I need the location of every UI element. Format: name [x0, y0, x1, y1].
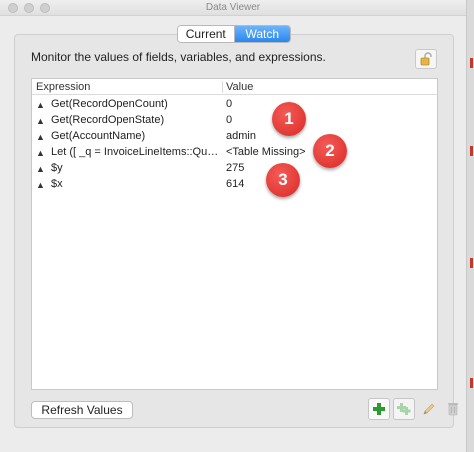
table-row[interactable]: ▲︎ $y 275: [32, 161, 437, 177]
callout-badge-3: 3: [266, 163, 300, 197]
plus-icon: [373, 403, 385, 415]
add-expression-button[interactable]: [368, 398, 390, 420]
pencil-icon: [423, 403, 435, 415]
table-row[interactable]: ▲︎ Get(AccountName) admin: [32, 129, 437, 145]
table-row[interactable]: ▲︎ Let ([ _q = InvoiceLineItems::Quantit…: [32, 145, 437, 161]
table-row[interactable]: ▲︎ Get(RecordOpenCount) 0: [32, 97, 437, 113]
padlock-icon: [420, 52, 432, 66]
duplicate-expression-button[interactable]: [393, 398, 415, 420]
edit-expression-button[interactable]: [418, 398, 440, 420]
row-expression: Let ([ _q = InvoiceLineItems::Quantity..…: [51, 146, 223, 158]
table-row[interactable]: ▲︎ Get(RecordOpenState) 0: [32, 113, 437, 129]
duplicate-plus-icon: [397, 403, 411, 415]
panel-description: Monitor the values of fields, variables,…: [31, 50, 326, 64]
callout-badge-1: 1: [272, 102, 306, 136]
table-header: Expression Value: [32, 79, 437, 95]
background-marker: [470, 378, 473, 388]
row-expression: Get(RecordOpenCount): [51, 98, 168, 110]
data-viewer-window: Data Viewer Current Watch Monitor the va…: [0, 0, 466, 452]
row-expression: Get(RecordOpenState): [51, 114, 165, 126]
background-marker: [470, 146, 473, 156]
row-expression: Get(AccountName): [51, 130, 146, 142]
watch-table: Expression Value ▲︎ Get(RecordOpenCount)…: [31, 78, 438, 390]
sort-arrows-icon[interactable]: ▲︎: [36, 146, 45, 160]
sort-arrows-icon[interactable]: ▲︎: [36, 98, 45, 112]
lock-button[interactable]: [415, 49, 437, 69]
window-title: Data Viewer: [205, 2, 261, 13]
row-expression: $x: [51, 178, 63, 190]
row-value: 0: [226, 114, 233, 126]
table-row[interactable]: ▲︎ $x 614: [32, 177, 437, 193]
row-value: <Table Missing>: [226, 146, 306, 158]
sort-arrows-icon[interactable]: ▲︎: [36, 162, 45, 176]
sort-arrows-icon[interactable]: ▲︎: [36, 114, 45, 128]
column-header-value[interactable]: Value: [226, 81, 253, 93]
row-value: 275: [226, 162, 245, 174]
refresh-values-button[interactable]: Refresh Values: [31, 401, 133, 419]
tab-current[interactable]: Current: [178, 26, 235, 42]
title-bar: Data Viewer: [0, 0, 466, 16]
background-marker: [470, 258, 473, 268]
column-divider[interactable]: [222, 81, 223, 93]
callout-badge-2: 2: [313, 134, 347, 168]
sort-arrows-icon[interactable]: ▲︎: [36, 130, 45, 144]
column-header-expression[interactable]: Expression: [36, 81, 90, 93]
row-value: 614: [226, 178, 245, 190]
tab-watch[interactable]: Watch: [234, 26, 290, 42]
view-tab-control: Current Watch: [177, 25, 291, 43]
trash-icon: [448, 403, 458, 416]
row-value: 0: [226, 98, 233, 110]
row-expression: $y: [51, 162, 63, 174]
sort-arrows-icon[interactable]: ▲︎: [36, 178, 45, 192]
delete-expression-button[interactable]: [443, 398, 463, 420]
background-marker: [470, 58, 473, 68]
row-value: admin: [226, 130, 256, 142]
